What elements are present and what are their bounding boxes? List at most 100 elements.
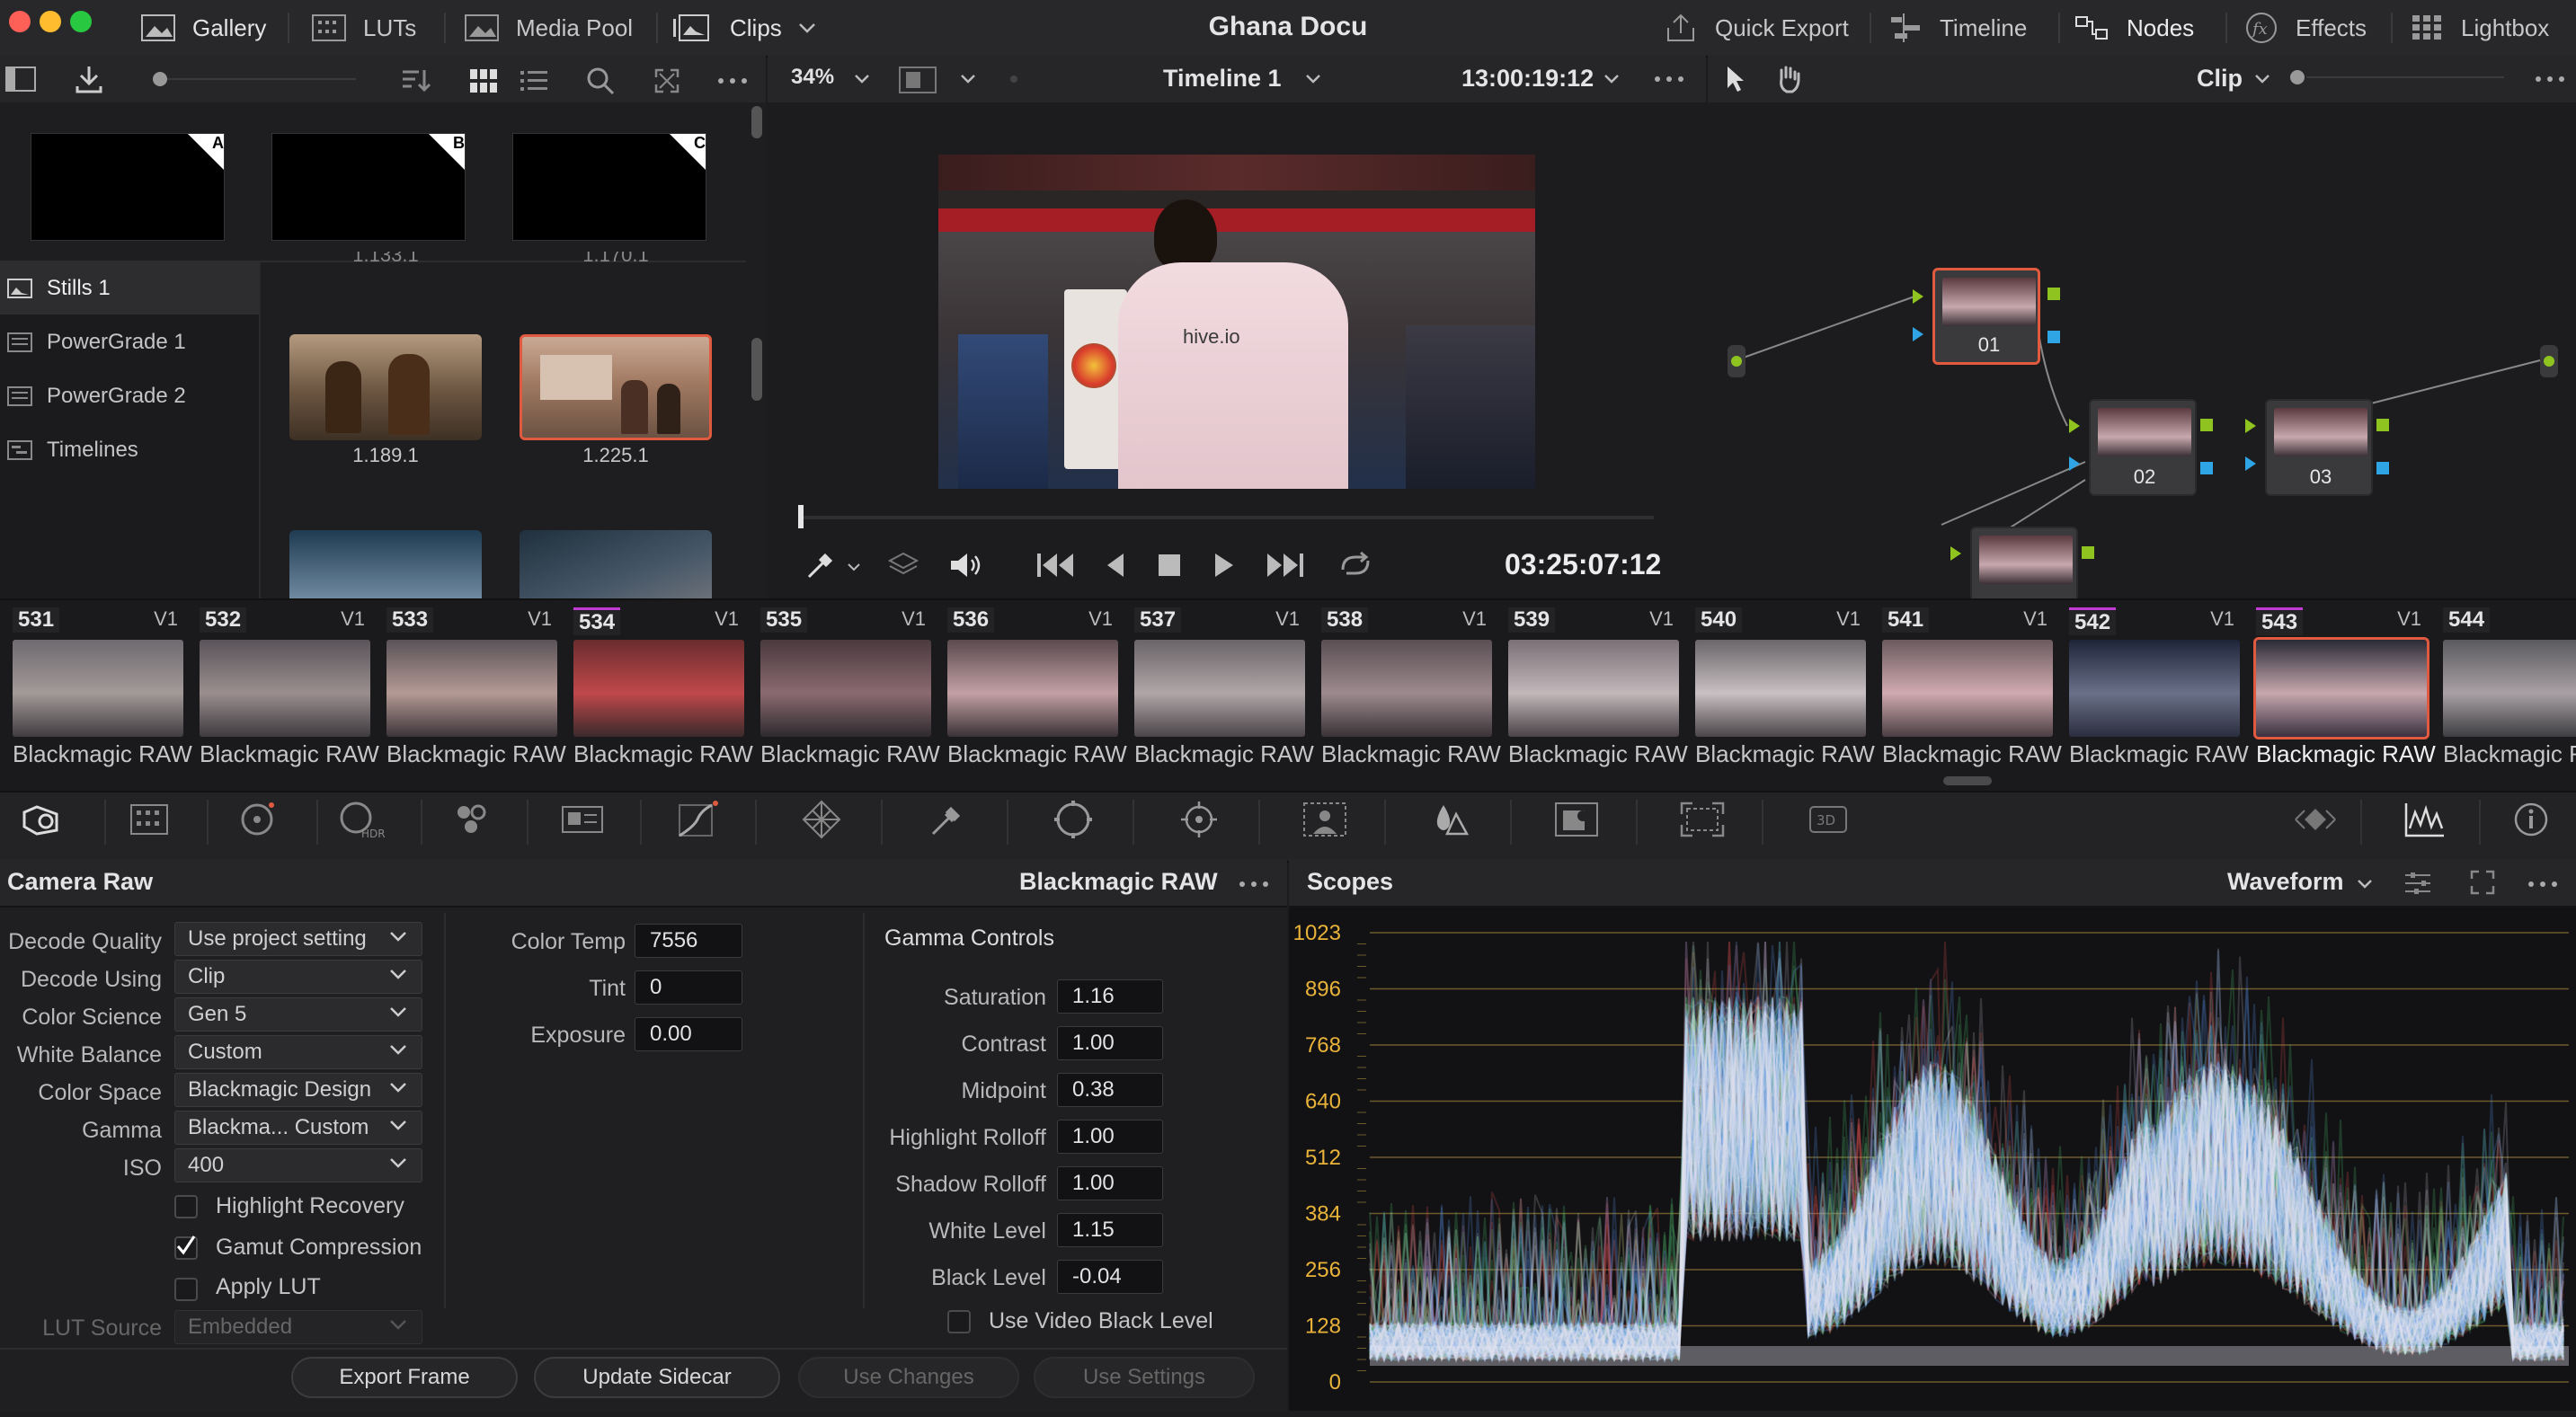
keyframes-icon[interactable] bbox=[2288, 793, 2342, 846]
update-sidecar-button[interactable]: Update Sidecar bbox=[534, 1357, 780, 1398]
playhead[interactable] bbox=[798, 505, 804, 528]
more-options-icon[interactable] bbox=[1239, 881, 1269, 888]
search-icon[interactable] bbox=[586, 66, 615, 95]
gallery-scrollbar[interactable] bbox=[751, 338, 762, 401]
decode-quality-dropdown[interactable]: Use project setting bbox=[174, 922, 422, 956]
black-level-field[interactable]: -0.04 bbox=[1057, 1260, 1163, 1294]
pointer-icon[interactable] bbox=[1724, 65, 1747, 93]
timeline-button[interactable]: Timeline bbox=[1888, 0, 2027, 56]
use-settings-button[interactable]: Use Settings bbox=[1034, 1357, 1255, 1398]
viewer-frame[interactable]: hive.io bbox=[938, 155, 1535, 489]
color-temp-field[interactable]: 7556 bbox=[635, 924, 742, 958]
3d-icon[interactable]: 3D bbox=[1801, 793, 1855, 846]
close-window-button[interactable] bbox=[9, 11, 31, 32]
sort-icon[interactable] bbox=[399, 66, 431, 93]
go-to-first-frame-icon[interactable] bbox=[1035, 552, 1075, 579]
info-icon[interactable] bbox=[2504, 793, 2558, 846]
lightbox-button[interactable]: Lightbox bbox=[2409, 0, 2549, 56]
stills-scrollbar[interactable] bbox=[751, 106, 762, 138]
color-match-icon[interactable] bbox=[122, 793, 176, 846]
viewer-mode-icon[interactable] bbox=[899, 66, 937, 93]
gallery-button[interactable]: Gallery bbox=[140, 0, 266, 56]
memory-still-c[interactable]: C bbox=[512, 133, 706, 241]
gamut-compression-checkbox[interactable] bbox=[174, 1235, 198, 1260]
color-space-dropdown[interactable]: Blackmagic Design bbox=[174, 1073, 422, 1107]
shadow-rolloff-field[interactable]: 1.00 bbox=[1057, 1166, 1163, 1200]
timeline-clip[interactable]: 535 V1 Blackmagic RAW bbox=[753, 600, 940, 771]
chevron-down-icon[interactable] bbox=[2254, 74, 2270, 84]
more-options-icon[interactable] bbox=[2535, 75, 2565, 83]
node-03[interactable]: 03 bbox=[2265, 399, 2373, 496]
chevron-down-icon[interactable] bbox=[1603, 74, 1620, 84]
loop-icon[interactable] bbox=[1337, 550, 1373, 580]
quick-export-button[interactable]: Quick Export bbox=[1663, 0, 1849, 56]
album-stills-1[interactable]: Stills 1 bbox=[0, 262, 259, 314]
stop-icon[interactable] bbox=[1158, 554, 1181, 577]
highlight-rolloff-field[interactable]: 1.00 bbox=[1057, 1120, 1163, 1154]
gamma-dropdown[interactable]: Blackma... Custom bbox=[174, 1111, 422, 1145]
white-balance-dropdown[interactable]: Custom bbox=[174, 1035, 422, 1069]
go-to-last-frame-icon[interactable] bbox=[1266, 552, 1305, 579]
timeline-clip[interactable]: 539 V1 Blackmagic RAW bbox=[1501, 600, 1688, 771]
clips-button[interactable]: Clips bbox=[671, 0, 816, 56]
album-powergrade-2[interactable]: PowerGrade 2 bbox=[0, 370, 259, 422]
timeline-clip[interactable]: 534 V1 Blackmagic RAW bbox=[566, 600, 753, 771]
timeline-selector[interactable]: Timeline 1 bbox=[1163, 65, 1282, 93]
album-timelines[interactable]: Timelines bbox=[0, 424, 259, 476]
exposure-field[interactable]: 0.00 bbox=[635, 1017, 742, 1051]
magic-mask-icon[interactable] bbox=[1298, 793, 1352, 846]
sizing-icon[interactable] bbox=[1675, 793, 1729, 846]
timeline-clip[interactable]: 542 V1 Blackmagic RAW bbox=[2062, 600, 2249, 771]
chevron-down-icon[interactable] bbox=[854, 74, 870, 84]
grid-view-icon[interactable] bbox=[469, 68, 498, 93]
apply-lut-checkbox[interactable] bbox=[174, 1278, 198, 1301]
still-thumb[interactable] bbox=[289, 530, 482, 598]
use-changes-button[interactable]: Use Changes bbox=[798, 1357, 1019, 1398]
timeline-clip[interactable]: 543 V1 Blackmagic RAW bbox=[2249, 600, 2436, 771]
use-video-black-level-checkbox[interactable] bbox=[947, 1310, 971, 1333]
timeline-clip[interactable]: 538 V1 Blackmagic RAW bbox=[1314, 600, 1501, 771]
zoom-level[interactable]: 34% bbox=[791, 65, 834, 90]
color-warper-icon[interactable] bbox=[795, 793, 848, 846]
node-01[interactable]: 01 bbox=[1932, 268, 2040, 365]
memory-still-b[interactable]: B bbox=[271, 133, 466, 241]
layers-icon[interactable] bbox=[888, 550, 919, 580]
tracker-icon[interactable] bbox=[1172, 793, 1226, 846]
node-mode-selector[interactable]: Clip bbox=[2197, 65, 2243, 93]
list-view-icon[interactable] bbox=[520, 68, 548, 93]
more-options-icon[interactable] bbox=[717, 77, 748, 84]
rgb-mixer-icon[interactable] bbox=[444, 793, 498, 846]
hdr-wheels-icon[interactable]: HDR bbox=[334, 793, 388, 846]
key-icon[interactable] bbox=[1550, 793, 1603, 846]
effects-button[interactable]: fx Effects bbox=[2243, 0, 2367, 56]
export-frame-button[interactable]: Export Frame bbox=[291, 1357, 518, 1398]
sidebar-toggle-icon[interactable] bbox=[5, 66, 36, 92]
timeline-clip[interactable]: 544 Blackmagic R bbox=[2436, 600, 2576, 771]
timeline-clip[interactable]: 540 V1 Blackmagic RAW bbox=[1688, 600, 1875, 771]
color-picker-icon[interactable] bbox=[805, 550, 836, 580]
timeline-clip[interactable]: 537 V1 Blackmagic RAW bbox=[1127, 600, 1314, 771]
expand-icon[interactable] bbox=[2470, 870, 2495, 895]
midpoint-field[interactable]: 0.38 bbox=[1057, 1073, 1163, 1107]
white-level-field[interactable]: 1.15 bbox=[1057, 1213, 1163, 1247]
play-icon[interactable] bbox=[1213, 552, 1235, 579]
media-pool-button[interactable]: Media Pool bbox=[464, 0, 633, 56]
memory-still-a[interactable]: A bbox=[31, 133, 225, 241]
scopes-icon[interactable] bbox=[2398, 793, 2452, 846]
chevron-down-icon[interactable] bbox=[847, 562, 861, 571]
nodes-button[interactable]: Nodes bbox=[2074, 0, 2194, 56]
qualifier-icon[interactable] bbox=[920, 793, 974, 846]
still-thumb-selected[interactable] bbox=[520, 334, 712, 440]
timeline-clip[interactable]: 536 V1 Blackmagic RAW bbox=[940, 600, 1127, 771]
color-science-dropdown[interactable]: Gen 5 bbox=[174, 997, 422, 1032]
node-zoom-slider[interactable] bbox=[2288, 68, 2513, 86]
color-wheels-icon[interactable] bbox=[230, 793, 284, 846]
tint-field[interactable]: 0 bbox=[635, 970, 742, 1005]
chevron-down-icon[interactable] bbox=[960, 74, 976, 84]
luts-button[interactable]: LUTs bbox=[311, 0, 416, 56]
contrast-field[interactable]: 1.00 bbox=[1057, 1026, 1163, 1060]
volume-icon[interactable] bbox=[949, 550, 983, 580]
motion-effects-icon[interactable] bbox=[555, 793, 609, 846]
scope-settings-icon[interactable] bbox=[2403, 870, 2432, 897]
chevron-down-icon[interactable] bbox=[2357, 879, 2373, 890]
